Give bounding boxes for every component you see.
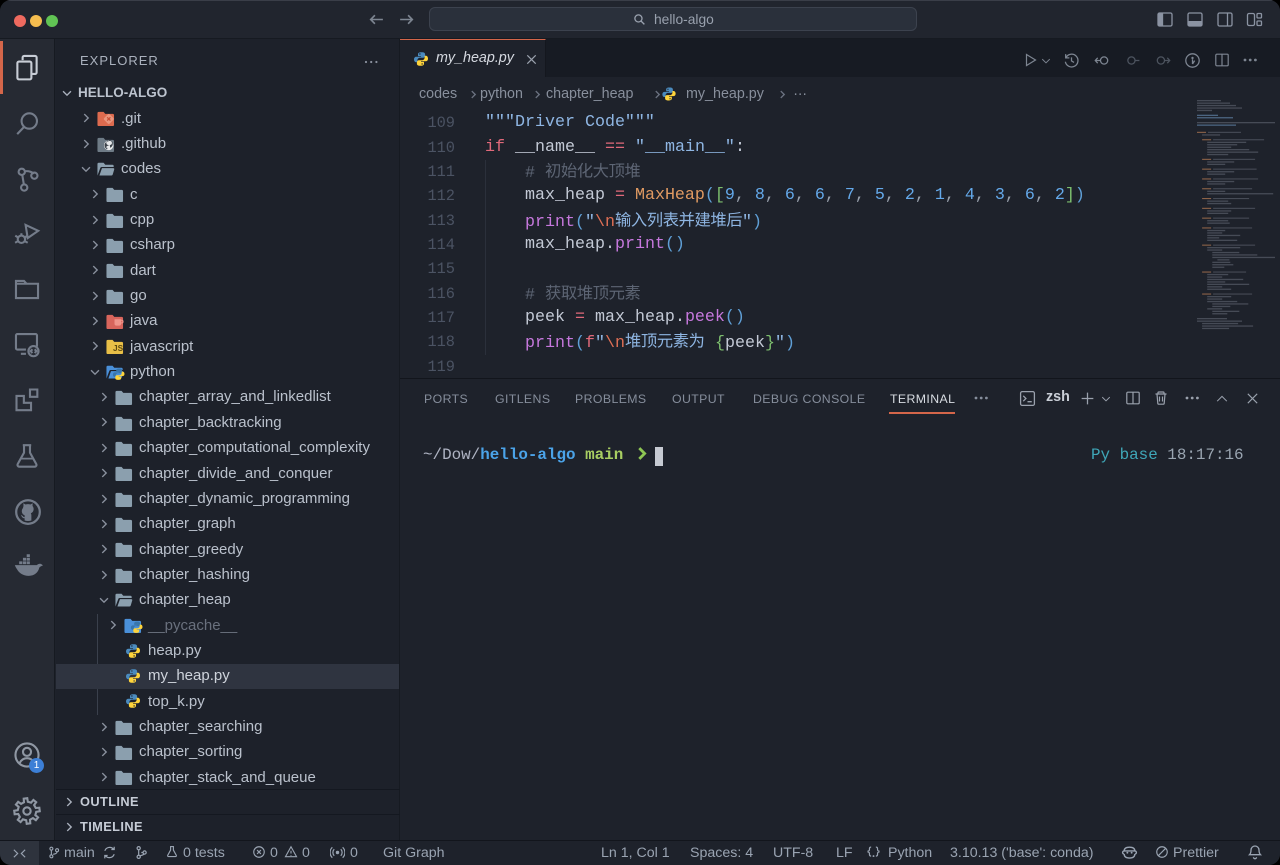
svg-text:JS: JS (113, 345, 124, 354)
